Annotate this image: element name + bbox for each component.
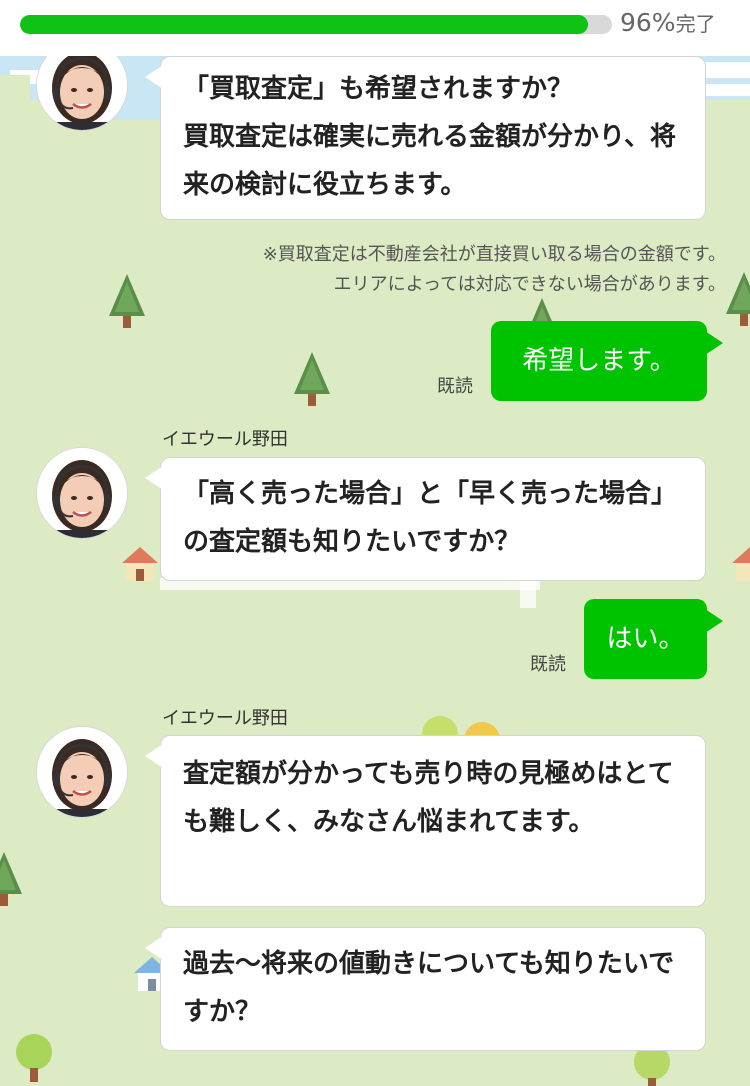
operator-avatar (37, 448, 127, 538)
grass-field (706, 100, 750, 130)
notice-text: ※買取査定は不動産会社が直接買い取る場合の金額です。 エリアによっては対応できな… (262, 244, 726, 295)
operator-message-text: 「高く売った場合」と「早く売った場合」の査定額も知りたいですか？ (183, 479, 678, 557)
progress-bar (20, 15, 612, 34)
house-icon (122, 547, 158, 581)
user-reply-bubble: はい。 (584, 599, 723, 679)
operator-avatar-icon (37, 727, 127, 817)
operator-message-bubble: 査定額が分かっても売り時の見極めはとても難しく、みなさん悩まれてます。 (145, 735, 706, 907)
user-reply-bubble: 希望します。 (491, 321, 723, 401)
bubble-tail (145, 466, 163, 490)
bubble-tail (705, 609, 723, 633)
read-receipt: 既読 (437, 376, 473, 397)
operator-message-text: 過去〜将来の値動きについても知りたいですか？ (183, 949, 675, 1027)
bubble-tail (145, 744, 163, 768)
dirt-path (520, 578, 536, 608)
operator-message-bubble: 過去〜将来の値動きについても知りたいですか？ (145, 927, 706, 1051)
bubble-tail (705, 331, 723, 355)
progress-label: 96%完了 (620, 8, 716, 37)
operator-avatar-icon (37, 448, 127, 538)
operator-message-bubble: 「高く売った場合」と「早く売った場合」の査定額も知りたいですか？ (145, 457, 706, 581)
progress-fill (20, 15, 589, 34)
progress-percent: 96% (620, 8, 676, 37)
read-receipt: 既読 (530, 654, 566, 675)
operator-avatar (37, 727, 127, 817)
operator-message-text: 「買取査定」も希望されますか？ 買取査定は確実に売れる金額が分かり、将来の検討に… (183, 74, 676, 200)
tree-icon (16, 1034, 52, 1082)
grass-field (0, 75, 30, 105)
bubble-tail (145, 936, 163, 960)
operator-name: イエウール野田 (162, 429, 288, 450)
tree-icon (726, 272, 750, 326)
user-reply-text: はい。 (606, 624, 685, 654)
house-icon (732, 547, 750, 581)
operator-message-bubble: 「買取査定」も希望されますか？ 買取査定は確実に売れる金額が分かり、将来の検討に… (145, 56, 706, 220)
tree-icon (0, 852, 22, 906)
user-reply-text: 希望します。 (522, 346, 676, 376)
tree-icon (294, 352, 330, 406)
bubble-tail (145, 65, 163, 89)
operator-name: イエウール野田 (162, 708, 288, 729)
cloud (700, 62, 750, 78)
progress-header: 96%完了 (0, 0, 750, 56)
operator-message-text: 査定額が分かっても売り時の見極めはとても難しく、みなさん悩まれてます。 (183, 759, 674, 837)
progress-suffix: 完了 (675, 12, 716, 36)
